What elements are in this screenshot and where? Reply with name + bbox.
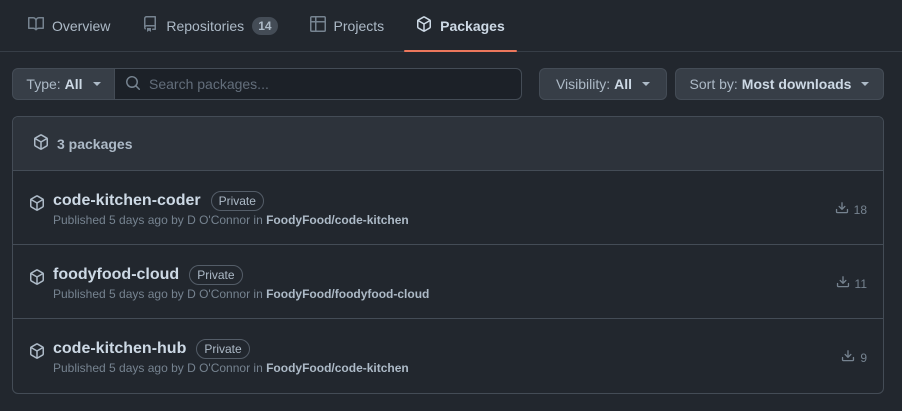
search-packages-input[interactable] [149,76,509,92]
download-icon [841,349,855,366]
packages-count: 3 packages [57,135,133,152]
tab-projects[interactable]: Projects [298,0,397,51]
tab-label: Projects [333,17,385,34]
container-package-icon [29,343,45,359]
package-title-line: code-kitchen-coder Private [53,191,264,211]
profile-tabs: Overview Repositories 14 Projects Packag… [0,0,902,52]
visibility-filter-dropdown[interactable]: Visibility: All [539,68,667,100]
published-info: Published 5 days ago by D O'Connor in [53,361,263,375]
tab-packages[interactable]: Packages [404,0,517,52]
repo-icon [142,16,158,35]
tab-label: Overview [52,17,111,34]
download-count-value: 11 [854,276,867,291]
package-row: foodyfood-cloud Private Published 5 days… [13,245,883,319]
package-row: code-kitchen-hub Private Published 5 day… [13,319,883,393]
container-package-icon [29,195,45,211]
tab-label: Packages [440,17,505,34]
repository-link[interactable]: FoodyFood/code-kitchen [266,361,409,375]
download-count-value: 18 [853,202,867,217]
packages-list-header: 3 packages [13,117,883,171]
search-box [114,68,522,100]
download-icon [836,275,850,292]
type-filter-value: All [64,76,83,92]
download-count: 9 [841,349,867,366]
tab-overview[interactable]: Overview [16,0,122,51]
search-icon [125,75,141,94]
repositories-count-badge: 14 [252,16,278,35]
download-count: 18 [835,201,867,218]
visibility-filter-value: All [614,76,633,92]
packages-list: 3 packages code-kitchen-coder Private Pu… [12,116,884,394]
package-name-link[interactable]: code-kitchen-coder [53,192,201,210]
tab-label: Repositories [166,17,245,34]
repository-link[interactable]: FoodyFood/foodyfood-cloud [266,287,429,301]
published-info: Published 5 days ago by D O'Connor in [53,213,263,227]
repository-link[interactable]: FoodyFood/code-kitchen [266,213,409,227]
table-icon [309,16,326,35]
package-meta: Published 5 days ago by D O'Connor in Fo… [53,287,429,301]
package-name-link[interactable]: code-kitchen-hub [53,340,186,358]
sort-label: Sort by: [689,76,738,92]
package-name-link[interactable]: foodyfood-cloud [53,266,179,284]
visibility-filter-label: Visibility: [555,76,611,92]
package-row: code-kitchen-coder Private Published 5 d… [13,171,883,245]
download-count: 11 [836,275,867,292]
sort-dropdown[interactable]: Sort by: Most downloads [675,68,884,100]
caret-down-icon [642,82,651,86]
published-info: Published 5 days ago by D O'Connor in [53,287,263,301]
book-icon [28,16,45,35]
package-title-line: code-kitchen-hub Private [53,339,250,359]
type-filter-label: Type: [26,76,61,92]
sort-value: Most downloads [741,76,852,92]
package-meta: Published 5 days ago by D O'Connor in Fo… [53,213,409,227]
caret-down-icon [861,82,870,86]
download-icon [835,201,849,218]
download-count-value: 9 [860,350,867,365]
package-title-line: foodyfood-cloud Private [53,265,243,285]
caret-down-icon [92,82,101,86]
package-meta: Published 5 days ago by D O'Connor in Fo… [53,361,409,375]
type-filter-dropdown[interactable]: Type: All [12,68,115,100]
tab-repositories[interactable]: Repositories 14 [130,0,289,51]
visibility-badge: Private [196,339,250,359]
visibility-badge: Private [189,265,243,285]
container-package-icon [29,269,45,285]
visibility-badge: Private [210,191,264,211]
package-icon [416,16,432,35]
package-icon [33,134,49,153]
